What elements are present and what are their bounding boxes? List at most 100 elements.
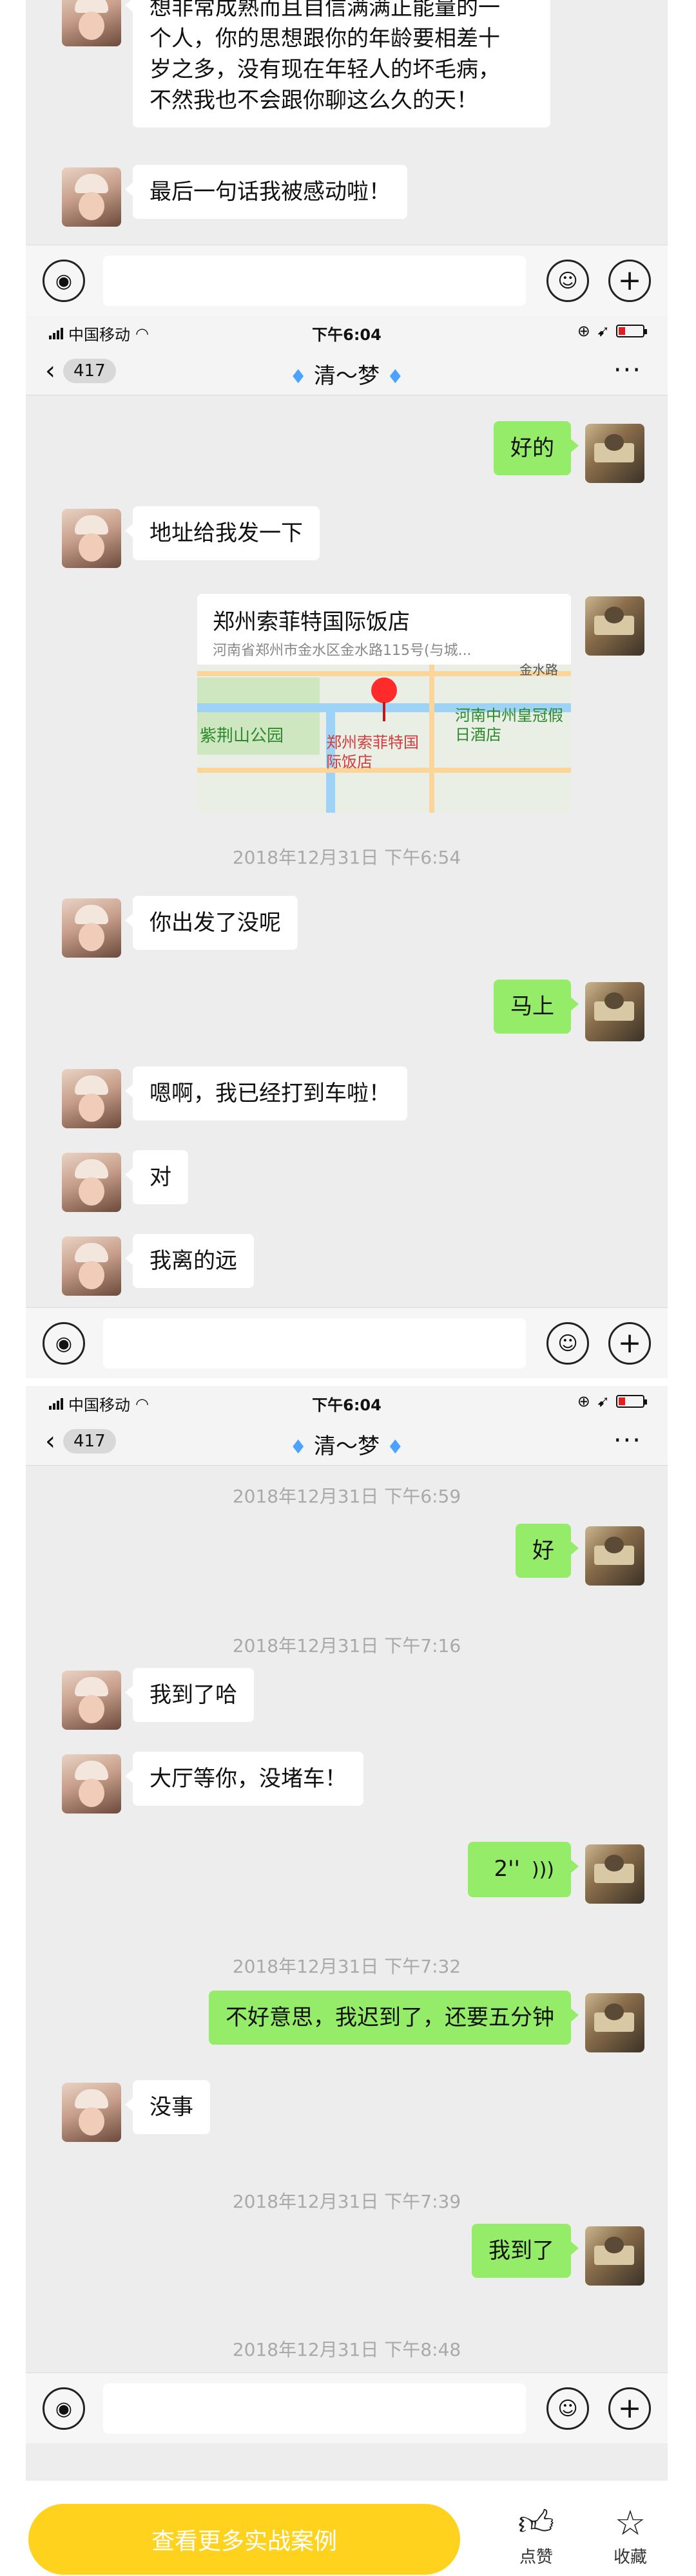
message-input[interactable]: [103, 2383, 526, 2434]
message-bubble-me[interactable]: 马上: [494, 980, 579, 1034]
map-label: 河南中州皇冠假日酒店: [455, 706, 563, 744]
favorite-button[interactable]: ☆ 收藏: [598, 2503, 662, 2568]
location-card[interactable]: 郑州索菲特国际饭店 河南省郑州市金水区金水路115号(与城... 紫荆山公园 郑…: [197, 594, 571, 813]
timestamp: 2018年12月31日 下午7:16: [232, 1635, 461, 1656]
more-icon[interactable]: ···: [614, 1426, 642, 1455]
more-icon[interactable]: ···: [614, 355, 642, 385]
plus-icon[interactable]: +: [608, 2387, 651, 2430]
timestamp: 2018年12月31日 下午7:32: [232, 1956, 461, 1977]
contact-avatar[interactable]: [62, 0, 121, 46]
message-bubble-her[interactable]: 我到了哈: [125, 1668, 254, 1722]
location-address: 河南省郑州市金水区金水路115号(与城...: [213, 643, 472, 659]
gem-icon: ♦: [386, 1436, 404, 1459]
timestamp: 2018年12月31日 下午6:59: [232, 1486, 461, 1507]
voice-icon[interactable]: ◉: [43, 260, 85, 302]
timestamp: 2018年12月31日 下午8:48: [232, 2339, 461, 2360]
view-more-cases-button[interactable]: 查看更多实战案例: [28, 2504, 460, 2575]
voice-icon[interactable]: ◉: [43, 1322, 85, 1365]
my-avatar[interactable]: [585, 1993, 644, 2052]
message-input[interactable]: [103, 256, 526, 306]
message-bubble-her[interactable]: 地址给我发一下: [125, 506, 320, 560]
timestamp: 2018年12月31日 下午7:39: [232, 2191, 461, 2212]
nav-bar: ‹ 417 ♦ 清～梦 ♦ ···: [26, 348, 668, 395]
map-pin-icon: [371, 677, 397, 721]
my-avatar[interactable]: [585, 982, 644, 1041]
message-bubble-her[interactable]: 大厅等你，没堵车！: [125, 1752, 363, 1806]
emoji-icon[interactable]: ☺: [546, 1322, 589, 1365]
message-bubble-her[interactable]: 想非常成熟而且自信满满正能量的一 个人，你的思想跟你的年龄要相差十 岁之多，没有…: [125, 0, 550, 128]
contact-avatar[interactable]: [62, 898, 121, 958]
message-bubble-her[interactable]: 嗯啊，我已经打到车啦！: [125, 1066, 407, 1121]
contact-avatar[interactable]: [62, 1069, 121, 1128]
chat-input-bar: ◉ ☺ +: [26, 1307, 668, 1378]
alarm-icon: ⊕: [577, 1392, 590, 1410]
message-bubble-me[interactable]: 好: [516, 1524, 579, 1578]
status-bar: 中国移动 ◠ 下午6:04 ⊕ ➹: [26, 1386, 668, 1418]
map-label: 郑州索菲特国际饭店: [326, 734, 419, 771]
chat-screen-3: 中国移动 ◠ 下午6:04 ⊕ ➹ ‹ 417 ♦ 清～梦 ♦ ··· 2018…: [26, 1386, 668, 2481]
star-icon: ☆: [614, 2503, 646, 2543]
nav-bar: ‹ 417 ♦ 清～梦 ♦ ···: [26, 1418, 668, 1466]
contact-name: 清～梦: [314, 363, 380, 389]
plus-icon[interactable]: +: [608, 260, 651, 302]
chat-screen-1: 想非常成熟而且自信满满正能量的一 个人，你的思想跟你的年龄要相差十 岁之多，没有…: [26, 0, 668, 322]
voice-wave-icon: ))): [531, 1859, 554, 1881]
message-line: 不然我也不会跟你聊这么久的天！: [150, 88, 478, 113]
battery-icon: [616, 1395, 647, 1408]
favorite-label: 收藏: [613, 2548, 647, 2567]
message-bubble-her[interactable]: 我离的远: [125, 1234, 254, 1288]
chat-title: ♦ 清～梦 ♦: [26, 358, 668, 390]
thumbs-up-icon: 👍︎: [517, 2503, 555, 2543]
gem-icon: ♦: [289, 366, 307, 388]
emoji-icon[interactable]: ☺: [546, 260, 589, 302]
voice-icon[interactable]: ◉: [43, 2387, 85, 2430]
chat-input-bar: ◉ ☺ +: [26, 245, 668, 316]
voice-duration: 2'': [494, 1856, 520, 1882]
my-avatar[interactable]: [585, 596, 644, 656]
chat-input-bar: ◉ ☺ +: [26, 2372, 668, 2443]
my-avatar[interactable]: [585, 1844, 644, 1904]
contact-avatar[interactable]: [62, 167, 121, 227]
contact-avatar[interactable]: [62, 509, 121, 568]
map-label: 金水路: [519, 662, 558, 677]
location-arrow-icon: ➹: [596, 1392, 610, 1410]
timestamp: 2018年12月31日 下午6:54: [232, 847, 461, 868]
gem-icon: ♦: [289, 1436, 307, 1459]
contact-avatar[interactable]: [62, 1236, 121, 1296]
contact-avatar[interactable]: [62, 1153, 121, 1212]
my-avatar[interactable]: [585, 2226, 644, 2286]
alarm-icon: ⊕: [577, 322, 590, 340]
message-line: 想非常成熟而且自信满满正能量的一: [150, 0, 500, 21]
battery-icon: [616, 325, 647, 337]
like-button[interactable]: 👍︎ 点赞: [504, 2503, 568, 2568]
location-arrow-icon: ➹: [596, 322, 610, 340]
my-avatar[interactable]: [585, 424, 644, 483]
message-bubble-her[interactable]: 对: [125, 1150, 188, 1204]
message-bubble-her[interactable]: 最后一句话我被感动啦！: [125, 165, 407, 219]
voice-message-bubble[interactable]: 2''))): [468, 1842, 579, 1897]
contact-name: 清～梦: [314, 1434, 380, 1459]
location-name: 郑州索菲特国际饭店: [213, 609, 410, 635]
my-avatar[interactable]: [585, 1526, 644, 1586]
map-label: 紫荆山公园: [200, 726, 284, 746]
map-preview: 紫荆山公园 郑州索菲特国际饭店 河南中州皇冠假日酒店 金水路: [197, 662, 571, 813]
contact-avatar[interactable]: [62, 1671, 121, 1730]
chat-title: ♦ 清～梦 ♦: [26, 1428, 668, 1460]
contact-avatar[interactable]: [62, 2083, 121, 2142]
status-time: 下午6:04: [312, 326, 382, 344]
message-line: 个人，你的思想跟你的年龄要相差十: [150, 26, 500, 52]
message-bubble-me[interactable]: 不好意思，我迟到了，还要五分钟: [209, 1991, 579, 2045]
message-bubble-me[interactable]: 我到了: [472, 2224, 579, 2278]
message-bubble-her[interactable]: 没事: [125, 2080, 210, 2134]
contact-avatar[interactable]: [62, 1754, 121, 1814]
gem-icon: ♦: [386, 366, 404, 388]
message-input[interactable]: [103, 1318, 526, 1368]
message-bubble-me[interactable]: 好的: [494, 421, 579, 475]
page: 想非常成熟而且自信满满正能量的一 个人，你的思想跟你的年龄要相差十 岁之多，没有…: [0, 0, 696, 2576]
emoji-icon[interactable]: ☺: [546, 2387, 589, 2430]
message-bubble-her[interactable]: 你出发了没呢: [125, 896, 298, 950]
plus-icon[interactable]: +: [608, 1322, 651, 1365]
like-label: 点赞: [519, 2548, 553, 2567]
bottom-action-bar: 查看更多实战案例 👍︎ 点赞 ☆ 收藏: [0, 2499, 696, 2576]
status-bar: 中国移动 ◠ 下午6:04 ⊕ ➹: [26, 316, 668, 348]
